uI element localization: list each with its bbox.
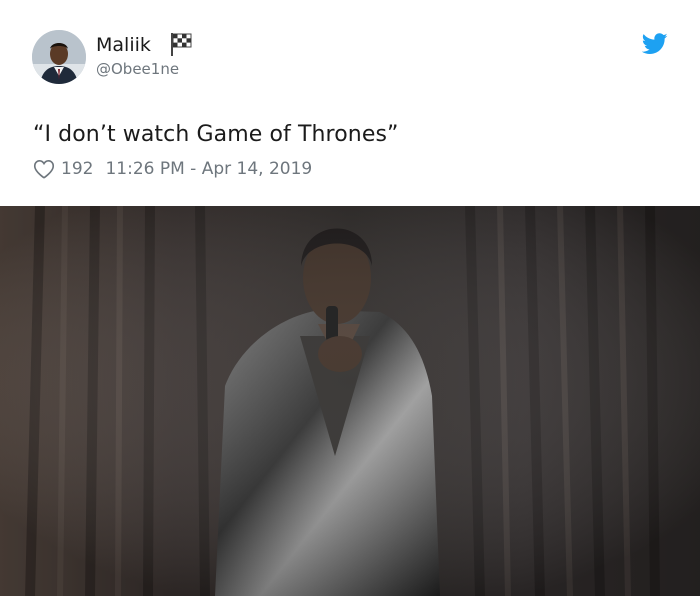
tweet-card: Maliik @Obee1ne “I don’t watch Game of T… bbox=[0, 0, 700, 596]
tweet-media-image[interactable] bbox=[0, 206, 700, 596]
twitter-bird-icon[interactable] bbox=[641, 33, 668, 59]
display-name[interactable]: Maliik bbox=[96, 33, 151, 57]
tweet-text: “I don’t watch Game of Thrones” bbox=[33, 122, 399, 147]
heart-outline-icon[interactable] bbox=[33, 159, 55, 179]
tweet-header-area: Maliik @Obee1ne “I don’t watch Game of T… bbox=[0, 0, 700, 206]
avatar[interactable] bbox=[32, 30, 86, 84]
timestamp[interactable]: 11:26 PM - Apr 14, 2019 bbox=[105, 159, 312, 179]
checkered-flag-icon bbox=[169, 31, 193, 61]
tweet-meta: 192 11:26 PM - Apr 14, 2019 bbox=[33, 157, 312, 181]
like-count: 192 bbox=[61, 159, 94, 179]
user-handle[interactable]: @Obee1ne bbox=[96, 60, 179, 78]
